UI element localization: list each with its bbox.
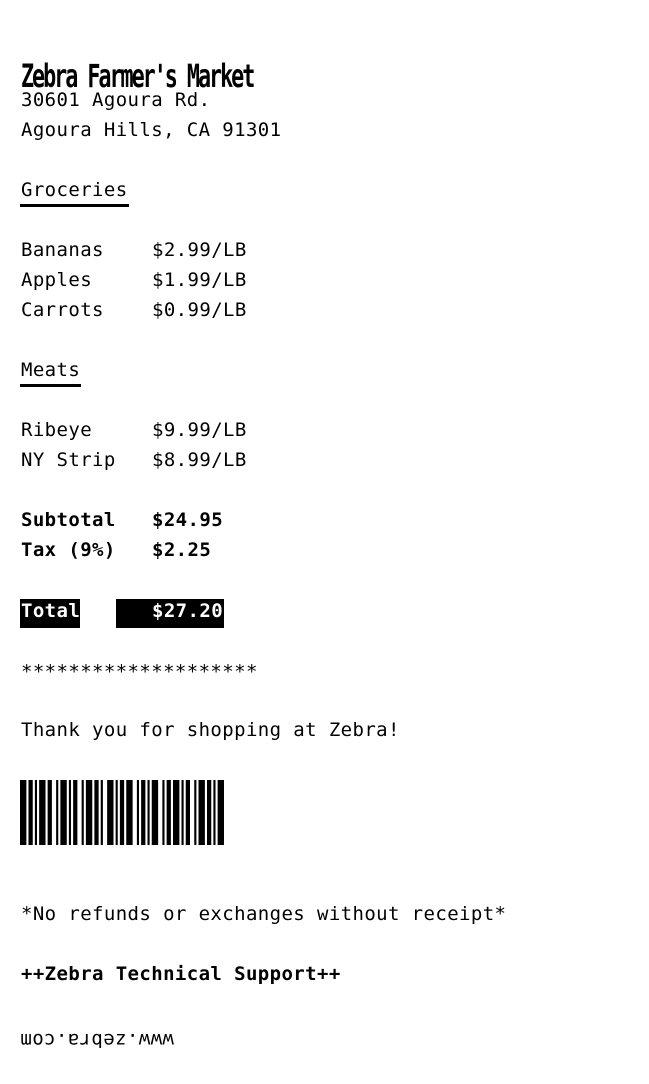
barcode-bar xyxy=(81,780,84,845)
store-address-line2: Agoura Hills, CA 91301 xyxy=(21,119,282,141)
line-item: Bananas $2.99/LB xyxy=(21,235,246,265)
item-name: Bananas xyxy=(21,239,104,261)
receipt: Zebra Farmer's Market 30601 Agoura Rd. A… xyxy=(0,0,649,1084)
barcode-bar xyxy=(119,780,125,845)
barcode-bar xyxy=(181,780,184,845)
total-label-box: Total xyxy=(20,599,80,628)
barcode-bar xyxy=(115,780,118,845)
barcode-bar xyxy=(185,780,190,845)
barcode-bar xyxy=(28,780,33,845)
total-label: Total xyxy=(21,600,80,622)
barcode-bar xyxy=(100,780,103,845)
tax-label: Tax (9%) xyxy=(21,539,116,561)
barcode-bar xyxy=(56,780,59,845)
subtotal-label: Subtotal xyxy=(21,509,116,531)
line-item: Apples $1.99/LB xyxy=(21,265,246,295)
barcode-bar xyxy=(166,780,171,845)
item-price: $0.99/LB xyxy=(152,299,247,321)
barcode-bar xyxy=(47,780,52,845)
barcode-bar xyxy=(94,780,99,845)
barcode-bar xyxy=(39,780,46,845)
barcode-bar xyxy=(207,780,212,845)
tax-row: Tax (9%) $2.25 xyxy=(21,535,211,565)
subtotal-value: $24.95 xyxy=(152,509,224,531)
subtotal-row: Subtotal $24.95 xyxy=(21,505,223,535)
separator: ******************** xyxy=(21,661,258,683)
barcode-bar xyxy=(85,780,93,845)
refund-policy: *No refunds or exchanges without receipt… xyxy=(21,903,507,925)
total-value: $27.20 xyxy=(152,600,224,622)
store-address-line1: 30601 Agoura Rd. xyxy=(21,89,211,111)
barcode-bar xyxy=(107,780,114,845)
barcode-bar xyxy=(34,780,38,845)
total-value-box: $27.20 xyxy=(116,599,224,628)
barcode-bar xyxy=(136,780,140,845)
barcode-bar xyxy=(68,780,72,845)
section-heading-meats: Meats xyxy=(20,356,82,387)
line-item: NY Strip $8.99/LB xyxy=(21,445,246,475)
barcode-bar xyxy=(147,780,150,845)
item-name: NY Strip xyxy=(21,449,116,471)
barcode-bar xyxy=(194,780,197,845)
barcode-bar xyxy=(217,780,224,845)
barcode-bar xyxy=(198,780,205,845)
item-name: Carrots xyxy=(21,299,104,321)
barcode xyxy=(20,780,224,845)
barcode-bar xyxy=(60,780,67,845)
barcode-bar xyxy=(141,780,146,845)
item-price: $9.99/LB xyxy=(152,419,247,441)
barcode-bar xyxy=(173,780,180,845)
section-heading-groceries: Groceries xyxy=(20,176,129,207)
support-line: ++Zebra Technical Support++ xyxy=(21,963,341,985)
tax-value: $2.25 xyxy=(152,539,212,561)
item-price: $2.99/LB xyxy=(152,239,247,261)
item-name: Apples xyxy=(21,269,93,291)
item-name: Ribeye xyxy=(21,419,93,441)
website-upside-down: www.zebra.com xyxy=(20,1029,174,1051)
barcode-bar xyxy=(162,780,165,845)
barcode-bar xyxy=(126,780,133,845)
line-item: Carrots $0.99/LB xyxy=(21,295,246,325)
barcode-bar xyxy=(213,780,216,845)
barcode-bar xyxy=(20,780,27,845)
thank-you-message: Thank you for shopping at Zebra! xyxy=(21,719,400,741)
line-item: Ribeye $9.99/LB xyxy=(21,415,246,445)
item-price: $8.99/LB xyxy=(152,449,247,471)
barcode-bar xyxy=(151,780,159,845)
barcode-bar xyxy=(73,780,78,845)
item-price: $1.99/LB xyxy=(152,269,247,291)
